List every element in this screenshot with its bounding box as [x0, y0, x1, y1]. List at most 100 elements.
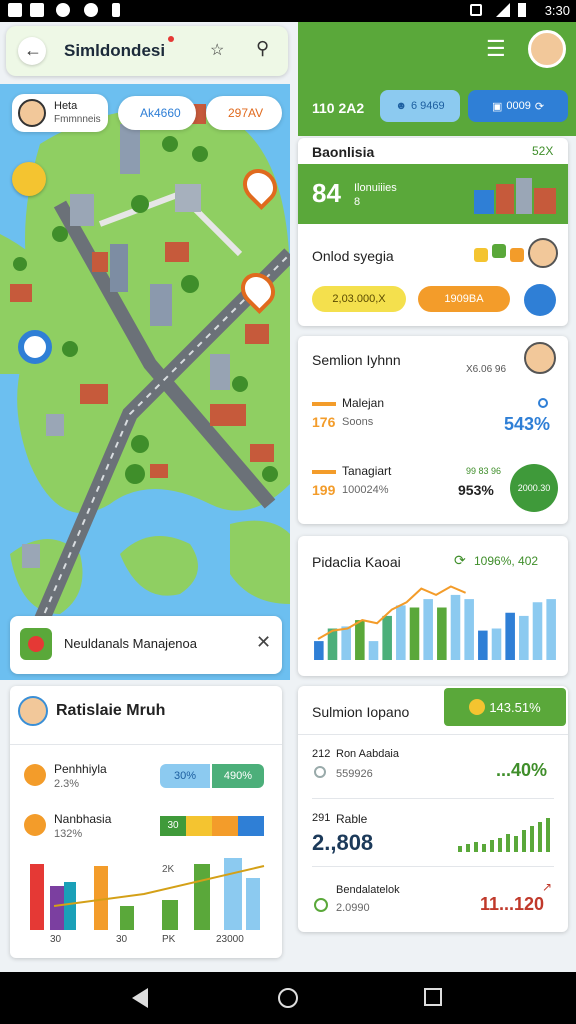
segment-green: 30 [160, 816, 186, 836]
row1-pill-b[interactable]: 490% [212, 764, 264, 788]
target-icon[interactable] [18, 330, 52, 364]
map-pill-b[interactable]: 297AV [206, 96, 282, 130]
row1-pill-a[interactable]: 30% [160, 764, 210, 788]
x-axis: 30 30 PK 23000 [24, 932, 268, 948]
bar-chart [314, 585, 556, 660]
detail-row3-sub: 2.0990 [336, 902, 370, 914]
row2-sparkbars [458, 816, 554, 852]
menu-icon[interactable]: ☰ [486, 36, 506, 62]
right-toolbar: 110 2A2 ☻ 6 9469 ▣ 0009 ⟳ [298, 78, 576, 136]
app-title: Simldondesi [64, 41, 166, 60]
badge-dot [168, 36, 174, 42]
people-icon: ☻ [395, 100, 407, 112]
sales-row1-value: 176 [312, 414, 336, 430]
chart-bar [355, 620, 365, 660]
segment-yellow [186, 816, 212, 836]
chevron-icon[interactable]: ↗ [542, 880, 552, 894]
back-button[interactable]: ← [18, 37, 46, 65]
x-tick: PK [162, 934, 176, 945]
avatar [18, 99, 46, 127]
sales-row2-mini: 99 83 96 [466, 466, 502, 476]
row1-pill-b-label: 490% [223, 770, 253, 782]
sales-row1-pct: 543% [504, 414, 551, 434]
row1-dot [314, 766, 326, 778]
notification-icon [8, 3, 22, 17]
recents-nav-button[interactable] [424, 988, 442, 1006]
header-pill-1[interactable]: ☻ 6 9469 [380, 90, 460, 122]
sales-row2-sub: 100024% [342, 484, 389, 496]
x-tick: 30 [116, 934, 128, 945]
sales-title: Semlion Iyhnn [312, 352, 401, 368]
header-pill-1-label: 6 9469 [410, 100, 445, 112]
chart-bar [409, 607, 420, 660]
gallery-icon [30, 3, 44, 17]
coin-icon-3 [469, 699, 486, 715]
refresh-icon-2[interactable]: ⟳ [454, 552, 466, 569]
transit-icon[interactable] [12, 162, 46, 196]
chart-bar [437, 607, 447, 660]
divider [312, 866, 554, 867]
detail-row2-head: 291 [312, 812, 331, 824]
sales-row2-label: Tanagiart [342, 464, 392, 478]
row2-dash [312, 470, 336, 474]
back-nav-button[interactable] [132, 988, 148, 1008]
header-pill-2-label: 0009 [506, 100, 531, 112]
signal-icon [496, 3, 510, 17]
circle-app-icon [56, 3, 70, 17]
stats-avatar [18, 696, 48, 726]
x-tick: 23000 [216, 934, 244, 945]
detail-title: Sulmion Iopano [312, 704, 410, 720]
card-icon: ▣ [491, 100, 503, 113]
chart-bar [314, 641, 324, 660]
notification-text: Neuldanals Manajenoa [64, 636, 197, 651]
orange-pill[interactable]: 1909BA [418, 286, 510, 312]
detail-row1-sub: 559926 [336, 768, 373, 780]
sales-card: Semlion Iyhnn X6.06 96 Malejan 176 Soons… [298, 336, 568, 524]
chart-bar [341, 626, 351, 660]
map-pill-a[interactable]: Ak4660 [118, 96, 196, 130]
detail-row3-value: 11...120 [480, 894, 545, 914]
segment-orange [212, 816, 238, 836]
header-pill-2[interactable]: ▣ 0009 ⟳ [468, 90, 568, 122]
detail-row2-value: 2.,808 [312, 830, 374, 855]
left-header: ← Simldondesi ☆ ⚲ [6, 26, 288, 76]
sales-avatar [524, 342, 556, 374]
user-avatar[interactable] [528, 30, 566, 68]
yellow-pill[interactable]: 2,03.000,X [312, 286, 406, 312]
headset-button[interactable] [524, 284, 556, 316]
segment-blue [238, 816, 264, 836]
notification-banner[interactable]: Neuldanals Manajenoa ✕ [10, 616, 282, 674]
x-tick: 30 [50, 934, 62, 945]
progress-circle[interactable]: 2000.30 [510, 464, 558, 512]
clock: 3:30 [544, 3, 570, 18]
trend-line [53, 865, 265, 907]
yellow-pill-label: 2,03.000,X [332, 293, 386, 305]
chart-bar [423, 599, 433, 660]
section2-title: Onlod syegia [312, 248, 394, 264]
sales-row2-value: 199 [312, 482, 336, 498]
pin-icon[interactable]: ☆ [210, 40, 224, 60]
segment-bar: 30 [160, 816, 264, 836]
sales-row2-pct: 953% [458, 482, 494, 498]
profile-chip[interactable]: Heta Fmmnneis [12, 94, 108, 132]
home-nav-button[interactable] [278, 988, 298, 1008]
divider [10, 744, 282, 745]
header-stat: 110 2A2 [312, 100, 365, 116]
back-arrow-icon: ← [24, 40, 42, 60]
summary-title: Baonlisia [312, 144, 375, 160]
summary-card: Baonlisia 52X 84 Ilonuiiies 8 Onlod syeg… [298, 138, 568, 326]
orange-pill-label: 1909BA [444, 293, 484, 305]
right-header: ☰ [298, 22, 576, 78]
detail-badge[interactable]: 143.51% [444, 688, 566, 726]
alert-icon [20, 628, 52, 660]
stats-card: Ratislaie Mruh Penhhiyla 2.3% 30% 490% N… [10, 686, 282, 958]
vibrate-icon [470, 4, 482, 16]
search-icon[interactable]: ⚲ [256, 38, 269, 59]
close-icon[interactable]: ✕ [256, 632, 271, 653]
detail-row1-value: ...40% [496, 760, 548, 780]
chart-bar [505, 612, 515, 660]
info-icon [538, 398, 548, 408]
coin-icon [24, 764, 46, 786]
chart-bar [519, 615, 529, 660]
row1-label: Penhhiyla [54, 762, 107, 776]
